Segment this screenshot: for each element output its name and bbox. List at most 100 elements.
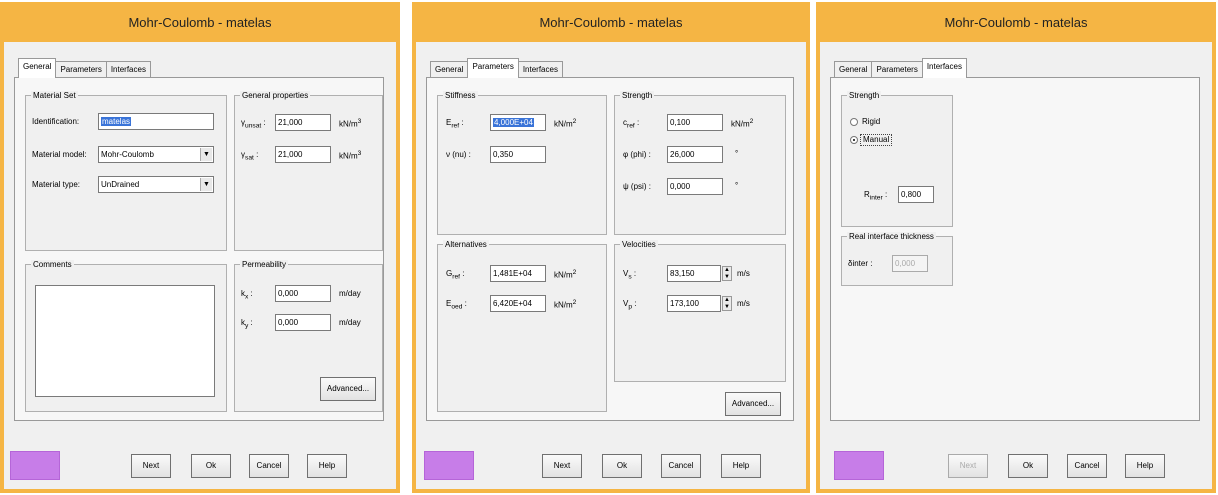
dialog-interfaces: Mohr-Coulomb - matelas General Parameter… <box>816 2 1216 493</box>
tab-bar: General Parameters Interfaces <box>18 58 151 78</box>
unit-label: kN/m3 <box>339 118 362 129</box>
next-button: Next <box>948 454 988 478</box>
identification-label: Identification: <box>32 117 80 126</box>
material-type-label: Material type: <box>32 180 81 189</box>
material-set-group: Material Set Identification: matelas Mat… <box>25 91 227 251</box>
cancel-button[interactable]: Cancel <box>661 454 701 478</box>
psi-label: ψ (psi) : <box>623 182 651 191</box>
unit-label: kN/m3 <box>339 150 362 161</box>
tab-parameters[interactable]: Parameters <box>55 61 107 78</box>
gref-field[interactable]: 1,481E+04 <box>490 265 546 282</box>
unit-label: m/day <box>339 318 361 327</box>
velocities-group: Velocities Vs : 83,150 ▲ ▼ m/s Vp : 173,1… <box>614 240 786 382</box>
vs-spinner[interactable]: ▲ ▼ <box>722 266 732 281</box>
general-properties-group: General properties γunsat : 21,000 kN/m3… <box>234 91 383 251</box>
strength-group: Strength Rigid Manual Rinter : 0,800 <box>841 91 953 227</box>
cref-label: cref : <box>623 118 640 130</box>
group-title: Real interface thickness <box>847 232 936 242</box>
tab-interfaces[interactable]: Interfaces <box>105 61 151 78</box>
eref-field[interactable]: 4,000E+04 <box>490 114 546 131</box>
gamma-unsat-field[interactable]: 21,000 <box>275 114 331 131</box>
rigid-radio[interactable] <box>850 118 858 126</box>
kx-field[interactable]: 0,000 <box>275 285 331 302</box>
stiffness-group: Stiffness Eref : 4,000E+04 kN/m2 ν (nu) … <box>437 91 607 235</box>
gamma-unsat-label: γunsat : <box>241 118 266 130</box>
tab-panel: Strength Rigid Manual Rinter : 0,800 Rea… <box>830 77 1200 421</box>
delta-inter-field: 0,000 <box>892 255 928 272</box>
unit-label: ° <box>735 181 739 190</box>
next-button[interactable]: Next <box>542 454 582 478</box>
group-title: Material Set <box>31 91 78 101</box>
advanced-button[interactable]: Advanced... <box>320 377 376 401</box>
group-title: General properties <box>240 91 311 101</box>
tab-parameters[interactable]: Parameters <box>467 58 519 78</box>
permeability-group: Permeability kx : 0,000 m/day ky : 0,000… <box>234 260 383 412</box>
window-title: Mohr-Coulomb - matelas <box>412 2 810 42</box>
tab-general[interactable]: General <box>834 61 873 78</box>
comments-group: Comments <box>25 260 227 412</box>
material-model-label: Material model: <box>32 150 87 159</box>
tab-panel: Material Set Identification: matelas Mat… <box>14 77 384 421</box>
tab-bar: General Parameters Interfaces <box>834 58 967 78</box>
help-button[interactable]: Help <box>1125 454 1165 478</box>
ok-button[interactable]: Ok <box>191 454 231 478</box>
nu-field[interactable]: 0,350 <box>490 146 546 163</box>
group-title: Stiffness <box>443 91 478 101</box>
tab-panel: Stiffness Eref : 4,000E+04 kN/m2 ν (nu) … <box>426 77 794 421</box>
material-color-swatch[interactable] <box>424 451 474 480</box>
ok-button[interactable]: Ok <box>1008 454 1048 478</box>
dialog-parameters: Mohr-Coulomb - matelas General Parameter… <box>412 2 810 493</box>
cancel-button[interactable]: Cancel <box>1067 454 1107 478</box>
vp-spinner[interactable]: ▲ ▼ <box>722 296 732 311</box>
advanced-button[interactable]: Advanced... <box>725 392 781 416</box>
next-button[interactable]: Next <box>131 454 171 478</box>
chevron-down-icon[interactable]: ▼ <box>200 178 212 191</box>
manual-label: Manual <box>860 134 893 146</box>
tab-interfaces[interactable]: Interfaces <box>921 58 967 78</box>
chevron-down-icon[interactable]: ▼ <box>200 148 212 161</box>
phi-field[interactable]: 26,000 <box>667 146 723 163</box>
vs-field[interactable]: 83,150 <box>667 265 721 282</box>
group-title: Alternatives <box>443 240 489 250</box>
gamma-sat-label: γsat : <box>241 150 259 162</box>
rinter-field[interactable]: 0,800 <box>898 186 934 203</box>
material-color-swatch[interactable] <box>834 451 884 480</box>
alternatives-group: Alternatives Gref : 1,481E+04 kN/m2 Eoed… <box>437 240 607 412</box>
group-title: Strength <box>847 91 882 101</box>
unit-label: kN/m2 <box>731 118 754 129</box>
material-type-select[interactable]: UnDrained ▼ <box>98 176 214 193</box>
tab-interfaces[interactable]: Interfaces <box>517 61 563 78</box>
unit-label: m/s <box>737 299 750 308</box>
tab-general[interactable]: General <box>18 58 57 78</box>
group-title: Velocities <box>620 240 658 250</box>
psi-field[interactable]: 0,000 <box>667 178 723 195</box>
eoed-field[interactable]: 6,420E+04 <box>490 295 546 312</box>
material-color-swatch[interactable] <box>10 451 60 480</box>
thickness-group: Real interface thickness δinter : 0,000 <box>841 232 953 286</box>
gamma-sat-field[interactable]: 21,000 <box>275 146 331 163</box>
help-button[interactable]: Help <box>307 454 347 478</box>
gref-label: Gref : <box>446 269 465 281</box>
rinter-label: Rinter : <box>864 190 888 202</box>
cancel-button[interactable]: Cancel <box>249 454 289 478</box>
cref-field[interactable]: 0,100 <box>667 114 723 131</box>
unit-label: ° <box>735 149 739 158</box>
kx-label: kx : <box>241 289 253 301</box>
manual-radio[interactable] <box>850 136 858 144</box>
unit-label: kN/m2 <box>554 118 577 129</box>
rigid-label: Rigid <box>862 117 881 126</box>
identification-field[interactable]: matelas <box>98 113 214 130</box>
tab-parameters[interactable]: Parameters <box>871 61 923 78</box>
dialog-general: Mohr-Coulomb - matelas General Parameter… <box>0 2 400 493</box>
ok-button[interactable]: Ok <box>602 454 642 478</box>
help-button[interactable]: Help <box>721 454 761 478</box>
ky-field[interactable]: 0,000 <box>275 314 331 331</box>
dialog-body: General Parameters Interfaces Stiffness … <box>416 42 806 489</box>
window-title: Mohr-Coulomb - matelas <box>0 2 400 42</box>
tab-bar: General Parameters Interfaces <box>430 58 563 78</box>
vp-field[interactable]: 173,100 <box>667 295 721 312</box>
comments-textarea[interactable] <box>35 285 215 397</box>
material-model-select[interactable]: Mohr-Coulomb ▼ <box>98 146 214 163</box>
tab-general[interactable]: General <box>430 61 469 78</box>
group-title: Strength <box>620 91 655 101</box>
